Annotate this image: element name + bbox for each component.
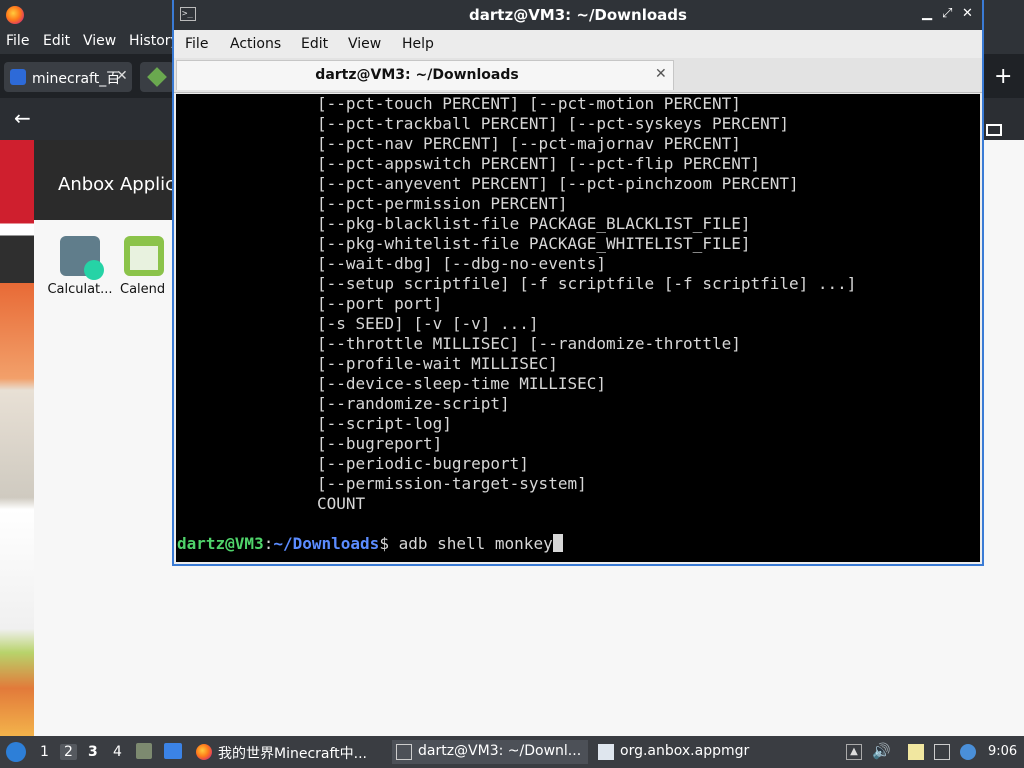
terminal-line: [--profile-wait MILLISEC]	[317, 354, 558, 373]
terminal-line: [--device-sleep-time MILLISEC]	[317, 374, 606, 393]
terminal-line: [--pkg-blacklist-file PACKAGE_BLACKLIST_…	[317, 214, 751, 233]
start-menu-icon[interactable]	[6, 742, 26, 762]
terminal-line: [--pct-nav PERCENT] [--pct-majornav PERC…	[317, 134, 741, 153]
clock[interactable]: 9:06	[988, 744, 1017, 759]
terminal-line: [--throttle MILLISEC] [--randomize-throt…	[317, 334, 741, 353]
terminal-line: [--wait-dbg] [--dbg-no-events]	[317, 254, 606, 273]
command-input[interactable]: adb shell monkey	[399, 534, 553, 553]
menu-edit[interactable]: Edit	[43, 33, 70, 49]
terminal-icon	[396, 744, 412, 760]
app-tile-calendar[interactable]: Calend	[120, 236, 176, 297]
terminal-line: [--pkg-whitelist-file PACKAGE_WHITELIST_…	[317, 234, 751, 253]
terminal-line: [--script-log]	[317, 414, 452, 433]
prompt-symbol: $	[379, 534, 399, 553]
terminal-titlebar[interactable]: >_ dartz@VM3: ~/Downloads ▁ ⤢ ✕	[174, 0, 982, 30]
terminal-prompt[interactable]: dartz@VM3:~/Downloads$ adb shell monkey	[177, 534, 563, 554]
terminal-window: >_ dartz@VM3: ~/Downloads ▁ ⤢ ✕ File Act…	[174, 0, 982, 564]
terminal-tab-title: dartz@VM3: ~/Downloads	[315, 67, 519, 83]
tray-expand-icon[interactable]: ▲	[846, 744, 862, 760]
browser-tab-label: minecraft_百	[32, 71, 121, 87]
browser-tab[interactable]: minecraft_百 ✕	[4, 62, 132, 92]
network-icon[interactable]	[934, 744, 950, 760]
close-icon[interactable]: ✕	[116, 68, 128, 84]
terminal-line: [--pct-appswitch PERCENT] [--pct-flip PE…	[317, 154, 761, 173]
task-label: org.anbox.appmgr	[620, 743, 750, 759]
terminal-line: COUNT	[317, 494, 366, 513]
prompt-path: ~/Downloads	[273, 534, 380, 553]
task-label: dartz@VM3: ~/Downl...	[418, 743, 582, 759]
terminal-line: [--pct-permission PERCENT]	[317, 194, 568, 213]
notification-icon[interactable]	[960, 744, 976, 760]
terminal-line: [-s SEED] [-v [-v] ...]	[317, 314, 539, 333]
taskbar: 1 2 3 4 我的世界Minecraft中... dartz@VM3: ~/D…	[0, 736, 1024, 768]
workspace-2[interactable]: 2	[60, 744, 77, 760]
terminal-line: [--randomize-script]	[317, 394, 510, 413]
volume-icon[interactable]: 🔊	[872, 742, 891, 760]
terminal-line: [--pct-trackball PERCENT] [--pct-syskeys…	[317, 114, 790, 133]
minimize-icon[interactable]: ▁	[922, 6, 932, 21]
file-manager-icon[interactable]	[136, 743, 152, 759]
firefox-icon	[6, 6, 24, 24]
terminal-line: [--pct-touch PERCENT] [--pct-motion PERC…	[317, 94, 741, 113]
terminal-line: [--bugreport]	[317, 434, 443, 453]
window-icon	[598, 744, 614, 760]
text-cursor	[552, 534, 563, 552]
menu-help[interactable]: Help	[402, 36, 434, 52]
terminal-tabbar: dartz@VM3: ~/Downloads ✕	[174, 58, 982, 93]
terminal-line: [--port port]	[317, 294, 443, 313]
prompt-sep: :	[263, 534, 274, 553]
terminal-line: [--permission-target-system]	[317, 474, 587, 493]
anbox-title: Anbox Applic	[58, 174, 176, 195]
menu-file[interactable]: File	[185, 36, 208, 52]
terminal-line: [--periodic-bugreport]	[317, 454, 529, 473]
show-desktop-icon[interactable]	[164, 743, 182, 759]
terminal-lines: [--pct-touch PERCENT] [--pct-motion PERC…	[317, 94, 856, 514]
back-arrow-icon[interactable]: ←	[14, 106, 31, 130]
app-label: Calculat...	[47, 282, 113, 297]
calendar-icon	[124, 236, 164, 276]
app-label: Calend	[120, 282, 166, 297]
browser-tab[interactable]	[140, 62, 174, 92]
minecraft-icon	[147, 67, 167, 87]
prompt-user: dartz@VM3	[177, 534, 264, 553]
reader-view-icon[interactable]	[986, 124, 1002, 136]
close-icon[interactable]: ✕	[655, 66, 667, 82]
new-tab-button[interactable]: +	[994, 64, 1012, 89]
minecraft-artwork	[0, 140, 34, 736]
task-label: 我的世界Minecraft中...	[218, 746, 368, 762]
task-anbox[interactable]: org.anbox.appmgr	[598, 740, 758, 764]
menu-file[interactable]: File	[6, 33, 29, 49]
terminal-tab[interactable]: dartz@VM3: ~/Downloads ✕	[176, 60, 674, 90]
workspace-3[interactable]: 3	[88, 744, 98, 760]
menu-history[interactable]: History	[129, 33, 179, 49]
task-firefox[interactable]: 我的世界Minecraft中...	[196, 740, 382, 764]
menu-edit[interactable]: Edit	[301, 36, 328, 52]
menu-view[interactable]: View	[83, 33, 116, 49]
terminal-menubar: File Actions Edit View Help	[174, 30, 982, 58]
terminal-line: [--setup scriptfile] [-f scriptfile [-f …	[317, 274, 857, 293]
task-terminal[interactable]: dartz@VM3: ~/Downl...	[392, 740, 588, 764]
window-title: dartz@VM3: ~/Downloads	[469, 6, 687, 24]
anbox-header: Anbox Applic	[34, 140, 176, 220]
terminal-output[interactable]: [--pct-touch PERCENT] [--pct-motion PERC…	[176, 94, 980, 562]
workspace-1[interactable]: 1	[40, 744, 49, 760]
workspace-4[interactable]: 4	[113, 744, 122, 760]
clipboard-icon[interactable]	[908, 744, 924, 760]
calculator-icon	[60, 236, 104, 280]
menu-actions[interactable]: Actions	[230, 36, 281, 52]
app-tile-calculator[interactable]: Calculat...	[40, 236, 120, 297]
baidu-icon	[10, 69, 26, 85]
terminal-line: [--pct-anyevent PERCENT] [--pct-pinchzoo…	[317, 174, 799, 193]
firefox-icon	[196, 744, 212, 760]
maximize-icon[interactable]: ⤢	[942, 6, 952, 21]
close-icon[interactable]: ✕	[962, 6, 973, 21]
menu-view[interactable]: View	[348, 36, 381, 52]
